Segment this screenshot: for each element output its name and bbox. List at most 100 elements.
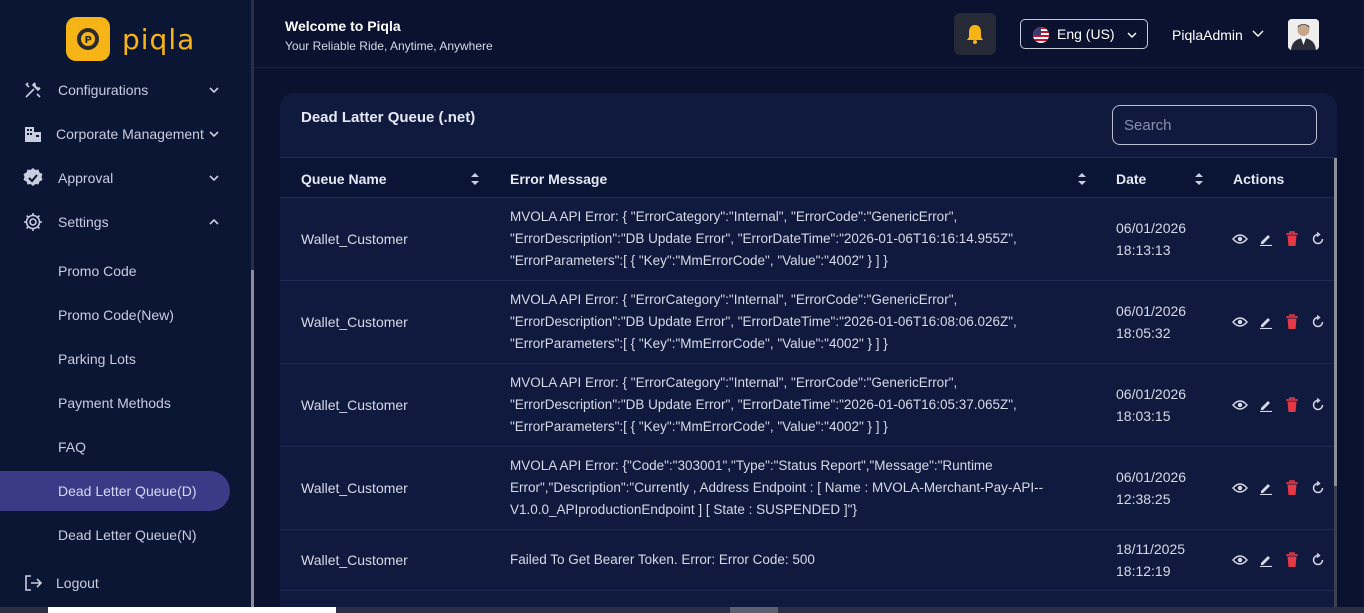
- date-value: 06/01/2026: [1116, 303, 1187, 319]
- delete-icon[interactable]: [1284, 231, 1300, 247]
- sidebar-item-configurations[interactable]: Configurations: [0, 70, 252, 110]
- language-select[interactable]: Eng (US): [1020, 19, 1148, 49]
- header: Welcome to Piqla Your Reliable Ride, Any…: [254, 0, 1364, 68]
- delete-icon[interactable]: [1284, 314, 1300, 330]
- delete-icon[interactable]: [1284, 552, 1300, 568]
- date-cell: 18/11/2025 18:12:19: [1116, 538, 1206, 582]
- sidebar-item-dead-letter-queue-d[interactable]: Dead Letter Queue(D): [0, 471, 230, 511]
- date-value: 06/01/2026: [1116, 220, 1187, 236]
- time-value: 18:03:15: [1116, 408, 1171, 424]
- edit-icon[interactable]: [1258, 552, 1274, 568]
- sidebar-item-payment-methods[interactable]: Payment Methods: [0, 383, 252, 423]
- notifications-button[interactable]: [954, 13, 996, 55]
- edit-icon[interactable]: [1258, 231, 1274, 247]
- sort-icon[interactable]: [470, 171, 480, 187]
- tools-icon: [22, 79, 44, 101]
- sidebar-item-faq[interactable]: FAQ: [0, 427, 252, 467]
- dlq-table: Queue Name Error Message Date Actions Wa…: [280, 157, 1337, 613]
- user-menu-chevron-icon[interactable]: [1251, 27, 1265, 41]
- column-header-date[interactable]: Date: [1116, 171, 1146, 187]
- language-label: Eng (US): [1057, 26, 1115, 42]
- retry-icon[interactable]: [1310, 552, 1326, 568]
- sidebar-item-parking-lots[interactable]: Parking Lots: [0, 339, 252, 379]
- logo-badge: P: [66, 17, 110, 61]
- delete-icon[interactable]: [1284, 397, 1300, 413]
- horizontal-scrollbar-thumb[interactable]: [48, 607, 336, 613]
- chevron-down-icon: [209, 87, 219, 94]
- sidebar-item-dead-letter-queue-n[interactable]: Dead Letter Queue(N): [0, 515, 252, 555]
- chevron-up-icon: [209, 218, 219, 225]
- chevron-down-icon: [1127, 32, 1137, 38]
- queue-name-cell: Wallet_Customer: [301, 231, 408, 247]
- edit-icon[interactable]: [1258, 314, 1274, 330]
- sidebar-item-label: Payment Methods: [58, 395, 171, 411]
- retry-icon[interactable]: [1310, 314, 1326, 330]
- queue-name-cell: Wallet_Customer: [301, 552, 408, 568]
- sort-icon[interactable]: [1077, 171, 1087, 187]
- logo[interactable]: P piqla: [66, 17, 195, 61]
- time-value: 12:38:25: [1116, 491, 1171, 507]
- sidebar-item-approval[interactable]: Approval: [0, 158, 252, 198]
- view-icon[interactable]: [1232, 314, 1248, 330]
- gear-icon: [22, 211, 44, 233]
- dead-letter-queue-card: Dead Latter Queue (.net) Queue Name Erro…: [280, 93, 1337, 613]
- logout-button[interactable]: Logout: [0, 563, 252, 603]
- view-icon[interactable]: [1232, 397, 1248, 413]
- sidebar-item-label: Settings: [58, 214, 109, 230]
- retry-icon[interactable]: [1310, 231, 1326, 247]
- user-name[interactable]: PiqlaAdmin: [1172, 27, 1243, 43]
- delete-icon[interactable]: [1284, 480, 1300, 496]
- view-icon[interactable]: [1232, 231, 1248, 247]
- logo-text: piqla: [122, 22, 196, 56]
- column-header-queue-name[interactable]: Queue Name: [301, 171, 387, 187]
- retry-icon[interactable]: [1310, 397, 1326, 413]
- sidebar-item-label: Promo Code(New): [58, 307, 174, 323]
- table-row: Wallet_Customer MVOLA API Error: { "Erro…: [280, 364, 1337, 447]
- edit-icon[interactable]: [1258, 480, 1274, 496]
- sidebar-item-label: Dead Letter Queue(D): [58, 483, 197, 499]
- sidebar-item-label: Configurations: [58, 82, 149, 98]
- time-value: 18:13:13: [1116, 242, 1171, 258]
- table-row: Wallet_Customer MVOLA API Error: {"Code"…: [280, 447, 1337, 530]
- column-header-actions: Actions: [1233, 171, 1285, 187]
- date-value: 18/11/2025: [1116, 541, 1186, 557]
- sidebar-item-corporate-management[interactable]: Corporate Management: [0, 114, 252, 154]
- view-icon[interactable]: [1232, 552, 1248, 568]
- app: P piqla Configurations Corporate Managem…: [0, 0, 1364, 613]
- sort-icon[interactable]: [1194, 171, 1204, 187]
- queue-name-cell: Wallet_Customer: [301, 314, 408, 330]
- sidebar-item-promo-code-new[interactable]: Promo Code(New): [0, 295, 252, 335]
- sidebar-scrollbar-thumb[interactable]: [251, 270, 254, 613]
- sidebar-item-label: Promo Code: [58, 263, 137, 279]
- welcome-title: Welcome to Piqla: [285, 18, 401, 34]
- search-input[interactable]: [1112, 105, 1317, 145]
- horizontal-scrollbar-thumb-secondary[interactable]: [730, 607, 778, 613]
- row-actions: [1232, 396, 1328, 414]
- edit-icon[interactable]: [1258, 397, 1274, 413]
- error-message-cell: Failed To Get Bearer Token. Error: Error…: [510, 552, 815, 567]
- sidebar-item-label: Approval: [58, 170, 114, 186]
- date-cell: 06/01/2026 18:05:32: [1116, 300, 1206, 344]
- time-value: 18:12:19: [1116, 563, 1171, 579]
- date-cell: 06/01/2026 18:13:13: [1116, 217, 1206, 261]
- badge-check-icon: [22, 167, 44, 189]
- table-scrollbar-thumb[interactable]: [1334, 158, 1337, 486]
- column-header-error-message[interactable]: Error Message: [510, 171, 607, 187]
- date-cell: 06/01/2026 12:38:25: [1116, 466, 1206, 510]
- table-row: Wallet_Customer Failed To Get Bearer Tok…: [280, 530, 1337, 591]
- sidebar-item-settings[interactable]: Settings: [0, 202, 252, 242]
- avatar[interactable]: [1288, 19, 1319, 50]
- error-message-cell: MVOLA API Error: { "ErrorCategory":"Inte…: [510, 209, 1017, 268]
- error-message-cell: MVOLA API Error: { "ErrorCategory":"Inte…: [510, 292, 1017, 351]
- building-icon: [22, 123, 44, 145]
- retry-icon[interactable]: [1310, 480, 1326, 496]
- row-actions: [1232, 551, 1328, 569]
- sidebar: P piqla Configurations Corporate Managem…: [0, 0, 252, 613]
- error-message-cell: MVOLA API Error: { "ErrorCategory":"Inte…: [510, 375, 1017, 434]
- table-row: Wallet_Customer MVOLA API Error: { "Erro…: [280, 281, 1337, 364]
- sidebar-item-label: Corporate Management: [56, 126, 204, 142]
- view-icon[interactable]: [1232, 480, 1248, 496]
- time-value: 18:05:32: [1116, 325, 1171, 341]
- sidebar-item-promo-code[interactable]: Promo Code: [0, 251, 252, 291]
- logout-label: Logout: [56, 575, 99, 591]
